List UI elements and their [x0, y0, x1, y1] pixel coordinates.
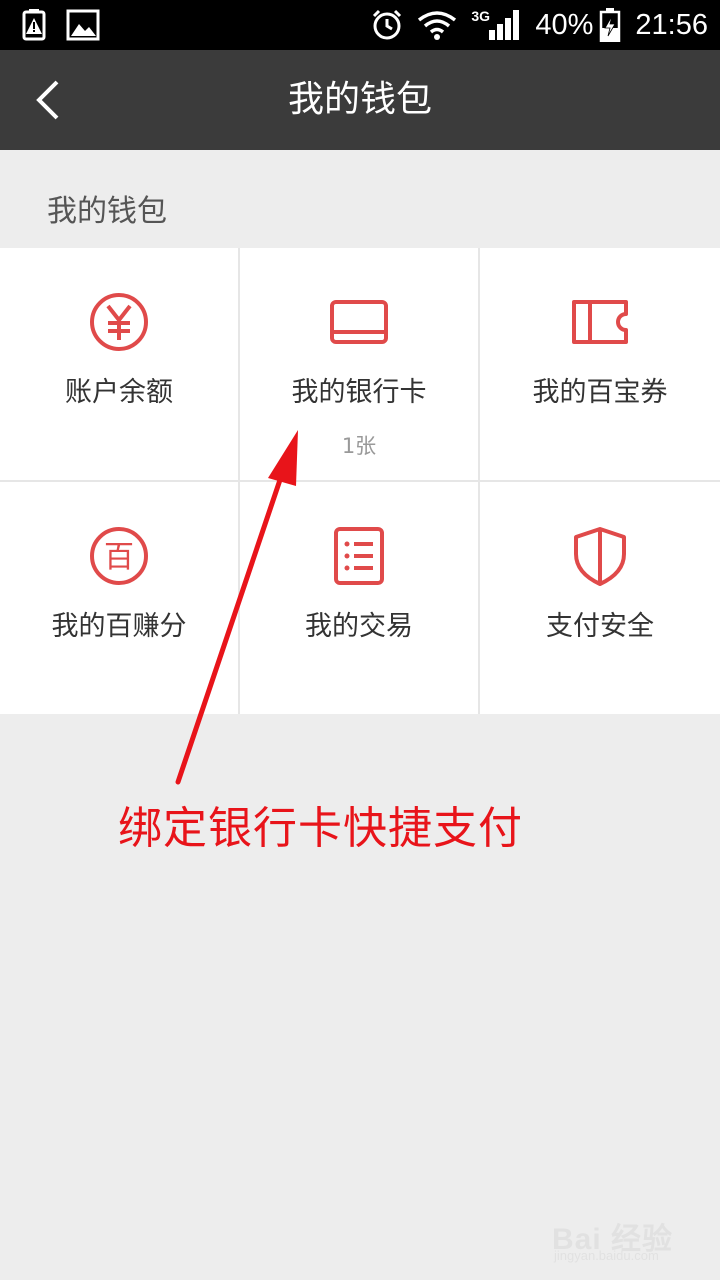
watermark-url: jingyan.baidu.com	[554, 1248, 659, 1263]
bank-card-count: 1张	[341, 434, 377, 458]
battery-alert-icon	[22, 9, 46, 41]
signal-indicator: 3G	[471, 0, 521, 50]
grid-item-payment-security[interactable]: 支付安全	[480, 482, 720, 714]
bank-card-icon	[330, 300, 388, 344]
grid-item-label: 我的交易	[305, 611, 413, 642]
wifi-icon	[418, 11, 457, 40]
yuan-coin-icon	[90, 293, 148, 351]
network-type: 3G	[471, 8, 491, 24]
status-bar-right: 3G 40% 21:56	[371, 0, 708, 50]
wallet-grid: 账户余额 我的银行卡 1张 我的百宝券 百 我的百赚分 我的交易 支付安全	[0, 248, 720, 714]
page-title: 我的钱包	[287, 79, 432, 120]
status-time: 21:56	[635, 8, 708, 41]
baidu-watermark: Bai 经验 jingyan.baidu.com	[552, 1200, 712, 1266]
grid-item-bank-card[interactable]: 我的银行卡 1张	[240, 248, 478, 480]
grid-item-transactions[interactable]: 我的交易	[240, 482, 478, 714]
image-notification-icon	[66, 9, 100, 41]
signal-icon	[489, 10, 520, 40]
transaction-list-icon	[334, 527, 384, 585]
grid-item-label: 我的百宝券	[532, 377, 668, 408]
battery-charging-icon	[600, 8, 621, 42]
grid-item-points[interactable]: 百 我的百赚分	[0, 482, 238, 714]
status-bar: 3G 40% 21:56	[0, 0, 720, 50]
security-shield-icon	[574, 527, 626, 586]
grid-item-coupons[interactable]: 我的百宝券	[480, 248, 720, 480]
grid-item-label: 我的百赚分	[51, 611, 187, 642]
grid-item-label: 账户余额	[65, 377, 173, 408]
battery-percent: 40%	[535, 8, 594, 41]
coupon-ticket-icon	[572, 300, 628, 344]
section-title: 我的钱包	[47, 194, 167, 229]
grid-item-label: 我的银行卡	[291, 377, 427, 408]
annotation-text: 绑定银行卡快捷支付	[118, 803, 523, 854]
grid-item-label: 支付安全	[546, 611, 654, 642]
bai-glyph: 百	[104, 540, 134, 575]
header-bar: 我的钱包	[0, 50, 720, 150]
grid-item-account-balance[interactable]: 账户余额	[0, 248, 238, 480]
alarm-icon	[373, 9, 402, 40]
bai-points-icon: 百	[90, 527, 148, 585]
